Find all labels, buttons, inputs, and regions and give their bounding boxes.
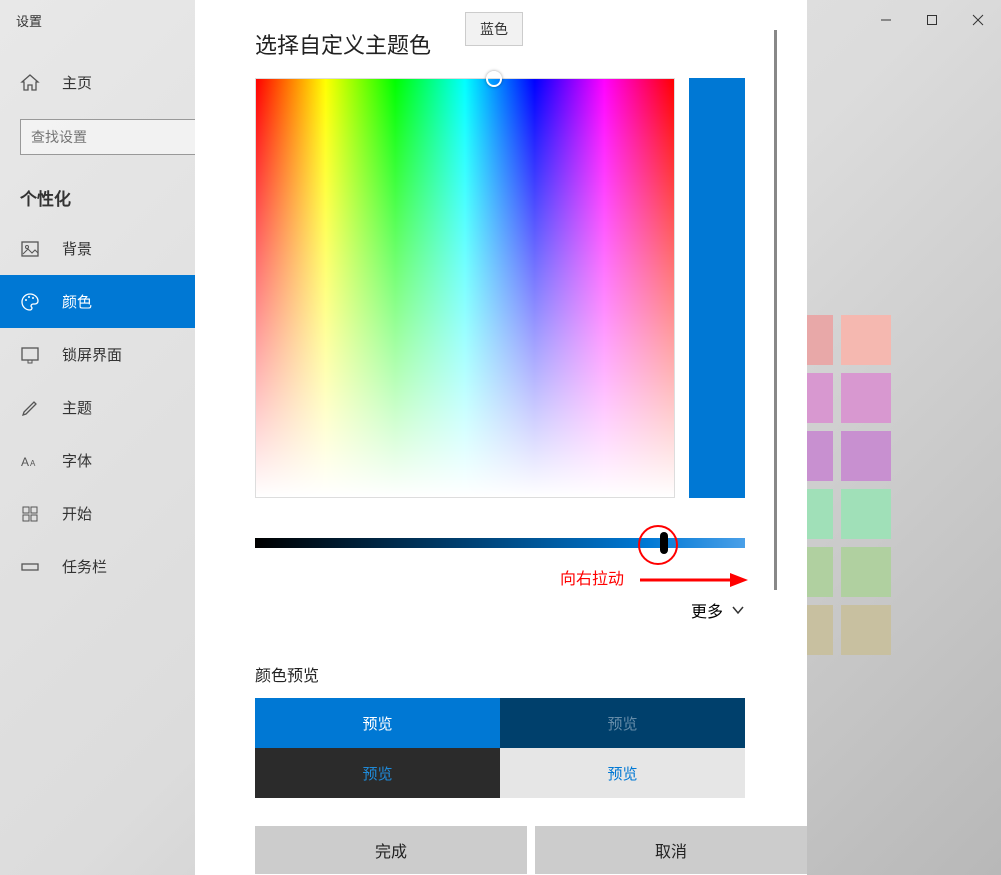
preview-cell-light-accent: 预览 (255, 698, 500, 748)
sidebar-item-label: 背景 (62, 238, 92, 259)
cancel-button[interactable]: 取消 (535, 826, 807, 874)
preview-cell-light-bg: 预览 (500, 748, 745, 798)
sidebar-item-label: 锁屏界面 (62, 344, 122, 365)
annotation-text: 向右拉动 (560, 565, 624, 589)
dialog-buttons: 完成 取消 (255, 826, 807, 874)
preview-cell-dark-bg: 预览 (255, 748, 500, 798)
color-swatch[interactable] (807, 547, 833, 597)
titlebar-buttons (863, 0, 1001, 40)
hue-saturation-picker[interactable] (255, 78, 675, 498)
taskbar-icon (20, 557, 40, 577)
color-picker-dialog: 选择自定义主题色 更多 颜色预览 预览 预览 预览 预览 完成 取消 (195, 0, 807, 875)
sidebar-item-label: 开始 (62, 503, 92, 524)
color-swatch[interactable] (807, 373, 833, 423)
svg-text:A: A (21, 455, 29, 469)
minimize-icon (880, 14, 892, 26)
dialog-scrollbar[interactable] (774, 30, 777, 590)
annotation-circle (638, 525, 678, 565)
color-swatches-grid (807, 315, 891, 655)
sidebar-item-label: 颜色 (62, 291, 92, 312)
color-swatch[interactable] (841, 605, 891, 655)
chevron-down-icon (731, 603, 745, 617)
svg-text:A: A (30, 459, 36, 468)
selected-color-strip (689, 78, 745, 498)
minimize-button[interactable] (863, 0, 909, 40)
themes-icon (20, 398, 40, 418)
more-toggle[interactable]: 更多 (255, 598, 745, 622)
fonts-icon: AA (20, 451, 40, 471)
annotation-arrow-icon (640, 570, 750, 590)
color-swatch[interactable] (841, 431, 891, 481)
background-icon (20, 239, 40, 259)
sidebar-item-label: 主题 (62, 397, 92, 418)
preview-grid: 预览 预览 预览 预览 (255, 698, 745, 798)
close-button[interactable] (955, 0, 1001, 40)
color-swatch[interactable] (807, 605, 833, 655)
start-icon (20, 504, 40, 524)
sidebar-item-label: 任务栏 (62, 556, 107, 577)
color-swatch[interactable] (807, 431, 833, 481)
lockscreen-icon (20, 345, 40, 365)
color-tooltip: 蓝色 (465, 12, 523, 46)
color-swatch[interactable] (841, 489, 891, 539)
palette-icon (20, 292, 40, 312)
home-icon (20, 73, 40, 93)
preview-cell-dark-accent: 预览 (500, 698, 745, 748)
color-swatch[interactable] (841, 547, 891, 597)
preview-label: 颜色预览 (255, 662, 771, 686)
sidebar-item-label: 字体 (62, 450, 92, 471)
color-swatch[interactable] (807, 489, 833, 539)
more-label: 更多 (691, 598, 723, 622)
done-button[interactable]: 完成 (255, 826, 527, 874)
maximize-icon (926, 14, 938, 26)
color-swatch[interactable] (807, 315, 833, 365)
close-icon (972, 14, 984, 26)
hue-thumb[interactable] (486, 71, 502, 87)
color-swatch[interactable] (841, 315, 891, 365)
settings-window: 设置 主页 个性化 背景 颜色 (0, 0, 1001, 875)
color-swatch[interactable] (841, 373, 891, 423)
maximize-button[interactable] (909, 0, 955, 40)
picker-area (255, 78, 771, 498)
sidebar-home-label: 主页 (62, 72, 92, 93)
